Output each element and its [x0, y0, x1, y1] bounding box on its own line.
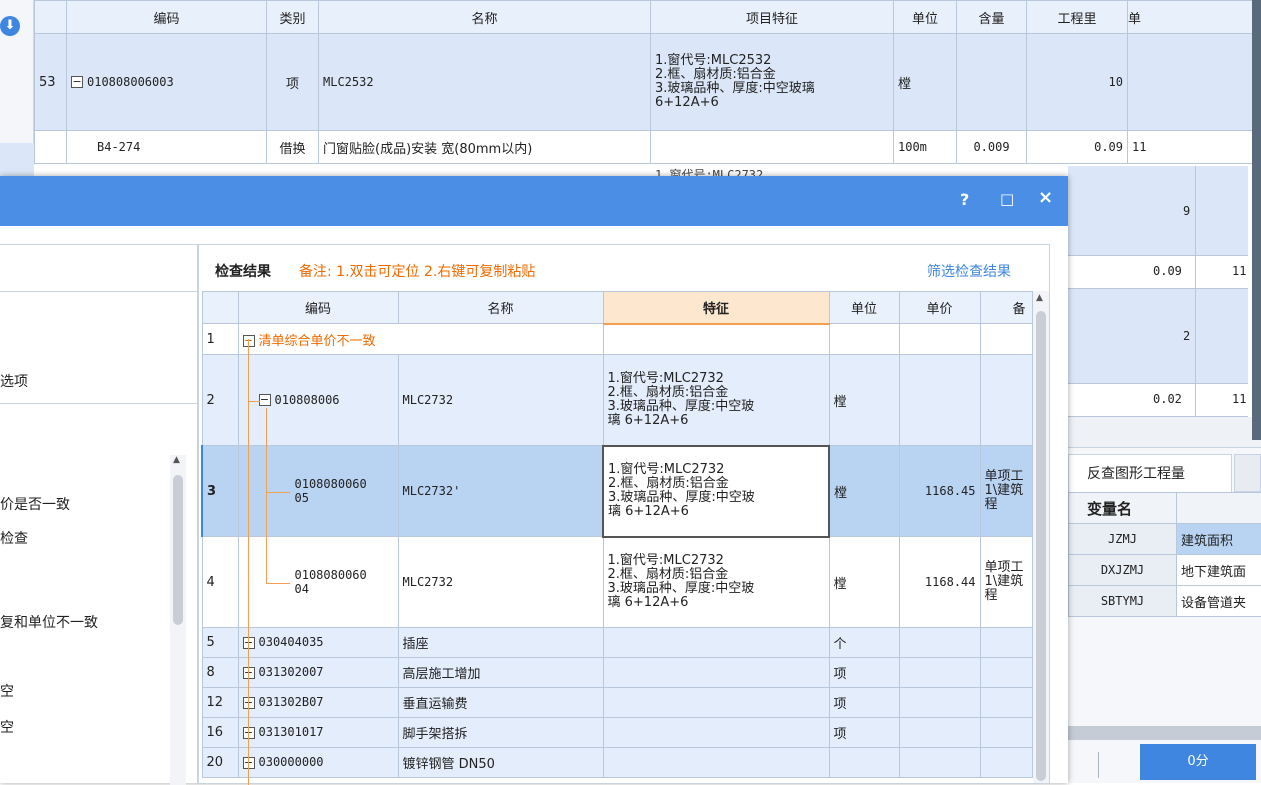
row-name: MLC2532 [319, 34, 651, 131]
option-item[interactable]: 检查 [0, 528, 28, 548]
row-features: 1.窗代号:MLC27322.框、扇材质:铝合金3.玻璃品种、厚度:中空玻璃 6… [603, 355, 829, 446]
row-type: 项 [267, 34, 319, 131]
table-row[interactable]: 4 010808006004 MLC2732 1.窗代号:MLC27322.框、… [202, 537, 1032, 628]
options-panel: 选项 价是否一致 检查 复和单位不一致 空 空 ▲ [0, 244, 198, 784]
row-code: B4-274 [67, 131, 267, 164]
col-name[interactable]: 名称 [398, 292, 603, 324]
col-type[interactable]: 类别 [267, 1, 319, 34]
results-panel: 检查结果 备注: 1.双击可定位 2.右键可复制粘贴 筛选检查结果 编码 名称 … [198, 244, 1050, 784]
option-item[interactable]: 空 [0, 681, 14, 701]
check-dialog: ? □ × 选项 价是否一致 检查 复和单位不一致 空 空 ▲ 检查结果 备注:… [0, 176, 1068, 783]
close-icon[interactable]: × [1038, 187, 1053, 208]
col-name[interactable]: 名称 [319, 1, 651, 34]
col-features[interactable]: 特征 [603, 292, 829, 324]
row-qty: 10 [1027, 34, 1128, 131]
bg-row: 9 [1068, 166, 1248, 256]
left-strip-selected [0, 143, 34, 178]
col-unit[interactable]: 单位 [894, 1, 957, 34]
row-price: 11 [1128, 131, 1261, 164]
tree-line [248, 339, 249, 785]
download-icon[interactable]: ⬇ [0, 16, 20, 36]
score-button[interactable]: 0分 [1140, 744, 1256, 780]
bg-row: 0.09 11 [1068, 256, 1248, 289]
table-row[interactable]: 20 +030000000 镀锌钢管 DN50 [202, 748, 1032, 778]
row-number: 53 [35, 34, 67, 131]
row-qty: 0.09 [1027, 131, 1128, 164]
row-name: 门窗贴脸(成品)安装 宽(80mm以内) [319, 131, 651, 164]
col-code[interactable]: 编码 [67, 1, 267, 34]
right-panel: 反查图形工程量 变量名 JZMJ建筑面积 DXJZMJ地下建筑面 SBTYMJ设… [1068, 447, 1261, 783]
h-scrollbar[interactable] [1068, 726, 1261, 740]
col-note[interactable]: 备 [980, 292, 1032, 324]
tree-line [266, 408, 267, 583]
row-unit: 100m [894, 131, 957, 164]
row-unit: 樘 [894, 34, 957, 131]
scrollbar[interactable] [1252, 0, 1261, 440]
bg-row: 0.02 11 [1068, 384, 1248, 417]
row-type: 借换 [267, 131, 319, 164]
results-grid: 编码 名称 特征 单位 单价 备 1 −清单综合单价不一致 2 −0108080… [201, 291, 1033, 778]
row-features: 1.窗代号:MLC25322.框、扇材质:铝合金3.玻璃品种、厚度:中空玻璃6+… [651, 34, 894, 131]
col-features[interactable]: 项目特征 [651, 1, 894, 34]
group-label: 清单综合单价不一致 [259, 334, 376, 349]
table-row[interactable]: 12 +031302B07 垂直运输费 项 [202, 688, 1032, 718]
row-code: 010808006003 [87, 75, 174, 89]
table-row[interactable]: SBTYMJ设备管道夹 [1069, 586, 1261, 617]
row-features[interactable]: 1.窗代号:MLC27322.框、扇材质:铝合金3.玻璃品种、厚度:中空玻璃 6… [603, 446, 829, 537]
bg-row: 2 [1068, 289, 1248, 384]
row-features: 1.窗代号:MLC27322.框、扇材质:铝合金3.玻璃品种、厚度:中空玻璃 6… [603, 537, 829, 628]
option-item[interactable]: 复和单位不一致 [0, 612, 98, 632]
dialog-titlebar[interactable]: ? □ × [0, 176, 1068, 226]
table-row[interactable]: 5 +030404035 插座 个 [202, 628, 1032, 658]
table-row-selected[interactable]: 3 010808006005 MLC2732' 1.窗代号:MLC27322.框… [202, 446, 1032, 537]
maximize-icon[interactable]: □ [1000, 190, 1014, 208]
table-row[interactable]: 8 +031302007 高层施工增加 项 [202, 658, 1032, 688]
tab-reverse-check[interactable]: 反查图形工程量 [1068, 454, 1232, 492]
col-price[interactable]: 单价 [899, 292, 980, 324]
table-row[interactable]: 16 +031301017 脚手架搭拆 项 [202, 718, 1032, 748]
options-scrollbar[interactable]: ▲ [170, 455, 186, 785]
table-row[interactable]: JZMJ建筑面积 [1069, 524, 1261, 555]
col-qty[interactable]: 工程里 [1027, 1, 1128, 34]
option-item[interactable]: 选项 [0, 371, 28, 391]
help-icon[interactable]: ? [960, 190, 969, 209]
collapse-icon[interactable]: − [259, 394, 271, 406]
results-title: 检查结果 [215, 261, 271, 281]
table-row[interactable]: 1 −清单综合单价不一致 [202, 324, 1032, 355]
variable-table: 变量名 JZMJ建筑面积 DXJZMJ地下建筑面 SBTYMJ设备管道夹 [1068, 492, 1261, 617]
table-row[interactable]: 2 −010808006 MLC2732 1.窗代号:MLC27322.框、扇材… [202, 355, 1032, 446]
table-row[interactable]: DXJZMJ地下建筑面 [1069, 555, 1261, 586]
bill-grid: 编码 类别 名称 项目特征 单位 含量 工程里 单 53 −0108080060… [34, 0, 1261, 164]
option-item[interactable]: 空 [0, 717, 14, 737]
option-item[interactable]: 价是否一致 [0, 494, 70, 514]
col-code[interactable]: 编码 [238, 292, 398, 324]
collapse-icon[interactable]: − [71, 76, 83, 88]
row-content: 0.009 [957, 131, 1027, 164]
results-note: 备注: 1.双击可定位 2.右键可复制粘贴 [299, 261, 535, 281]
col-price[interactable]: 单 [1128, 1, 1261, 34]
table-row[interactable]: B4-274 借换 门窗贴脸(成品)安装 宽(80mm以内) 100m 0.00… [35, 131, 1261, 164]
filter-results-link[interactable]: 筛选检查结果 [927, 261, 1011, 281]
table-row[interactable]: 53 −010808006003 项 MLC2532 1.窗代号:MLC2532… [35, 34, 1261, 131]
col-variable-name: 变量名 [1069, 493, 1177, 524]
col-unit[interactable]: 单位 [829, 292, 899, 324]
col-content[interactable]: 含量 [957, 1, 1027, 34]
results-scrollbar[interactable]: ▲ [1033, 291, 1049, 783]
